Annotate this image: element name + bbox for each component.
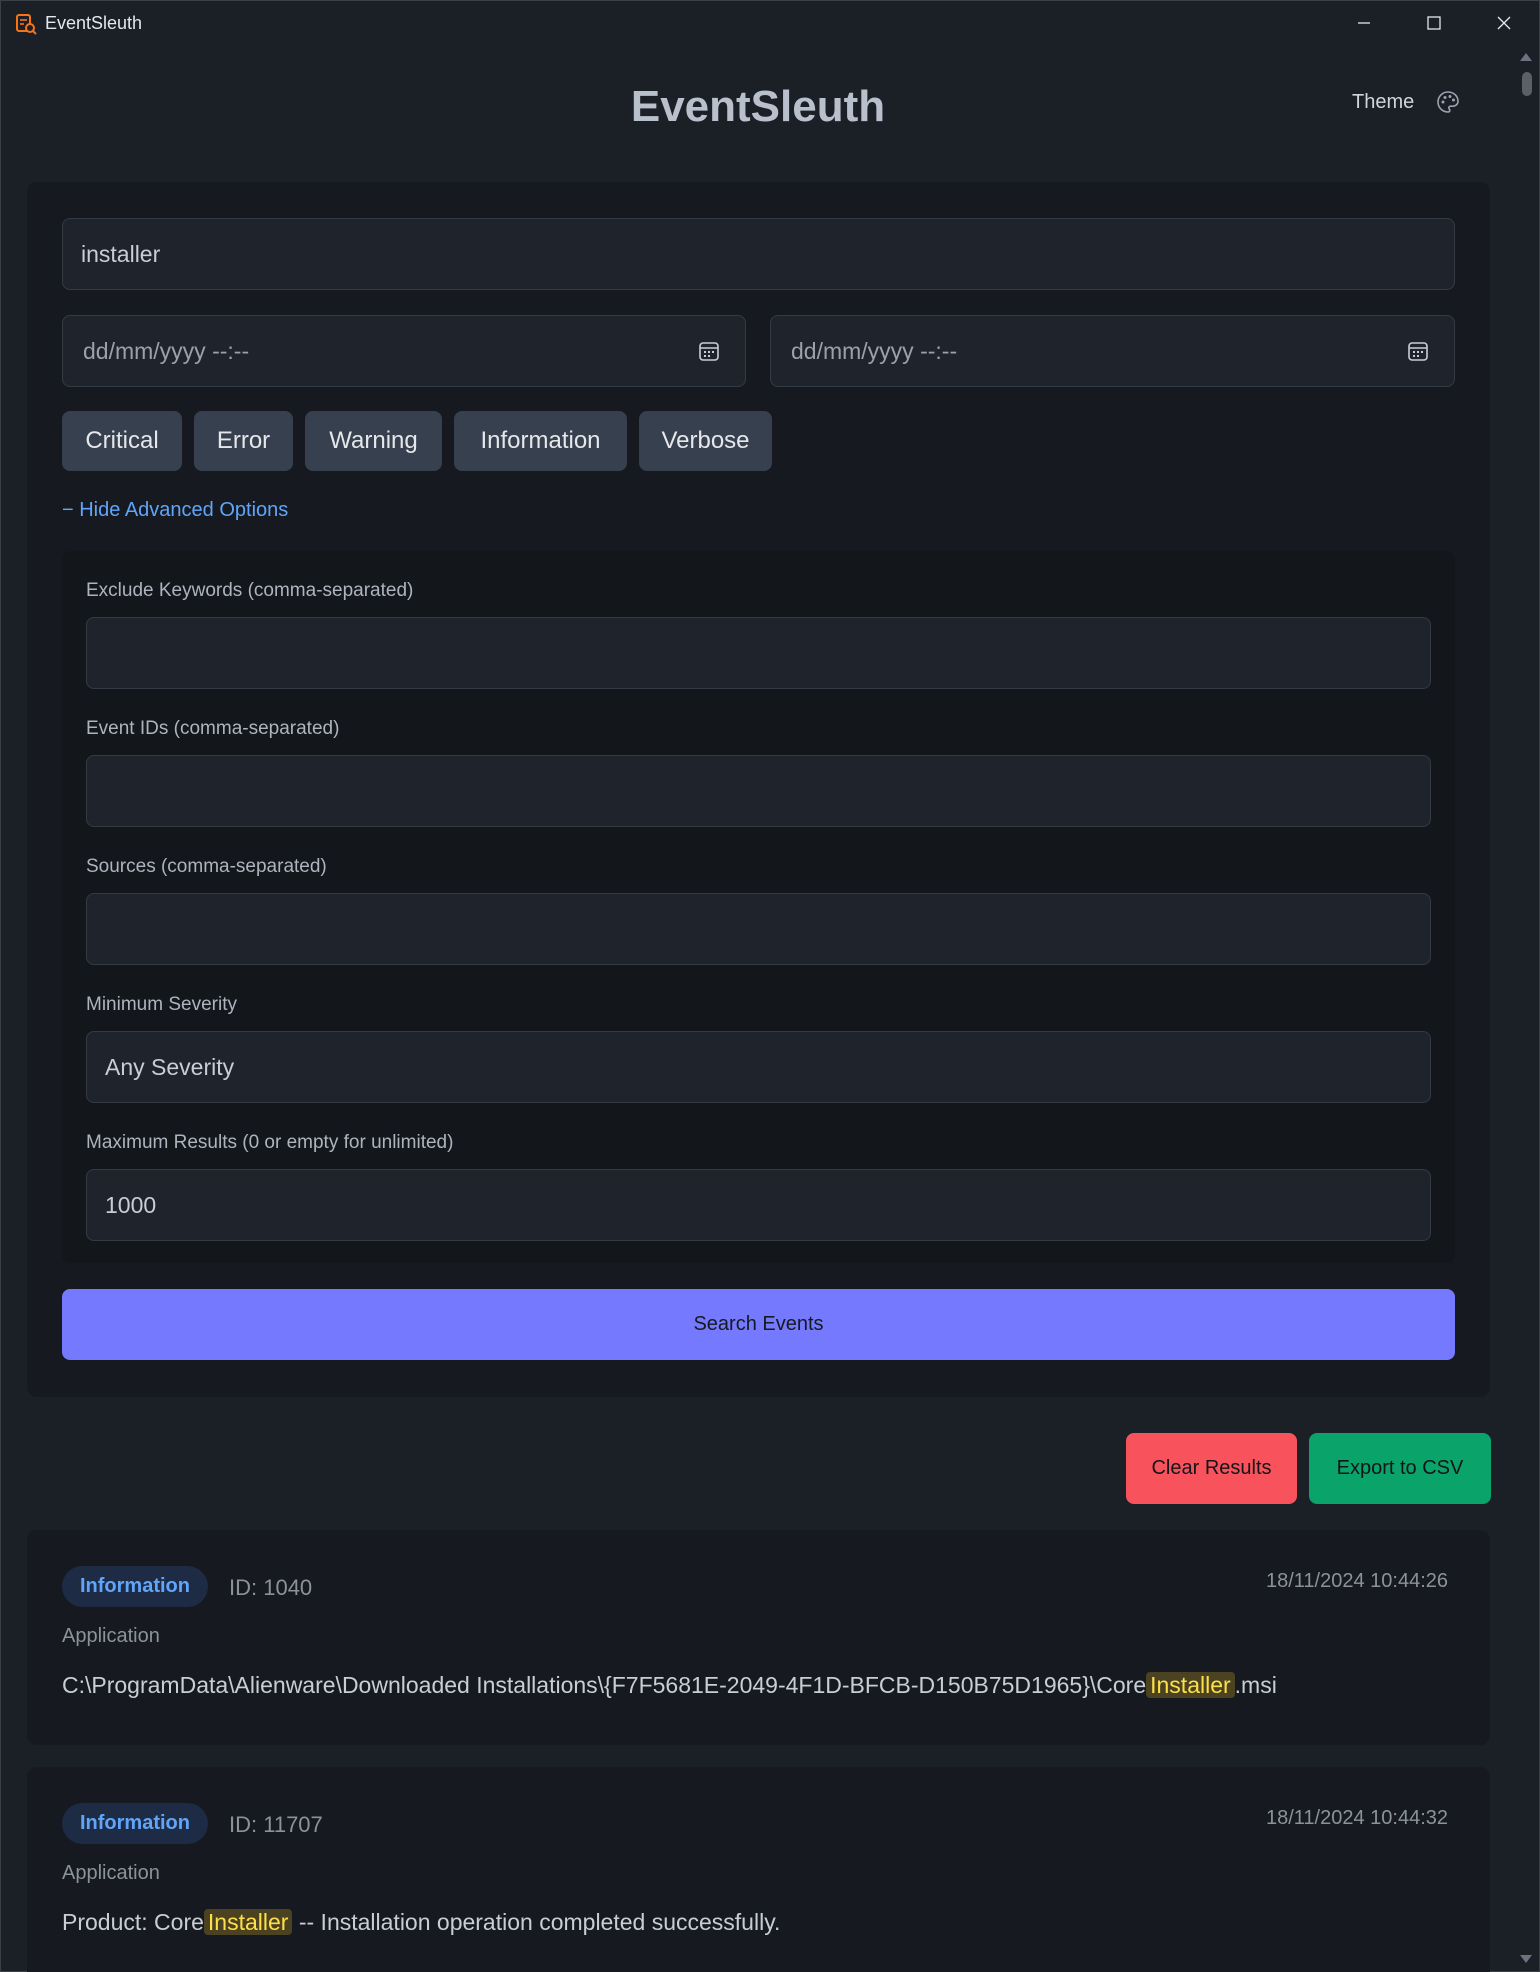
result-card[interactable]: Information ID: 1040 18/11/2024 10:44:26… bbox=[27, 1530, 1490, 1745]
export-csv-button[interactable]: Export to CSV bbox=[1309, 1433, 1491, 1504]
maximum-results-input[interactable]: 1000 bbox=[86, 1169, 1431, 1241]
event-source: Application bbox=[62, 1625, 160, 1647]
keyword-highlight: Installer bbox=[203, 1909, 293, 1935]
start-date-placeholder: dd/mm/yyyy --:-- bbox=[83, 337, 250, 364]
level-filter-critical[interactable]: Critical bbox=[62, 411, 182, 471]
exclude-keywords-label: Exclude Keywords (comma-separated) bbox=[86, 580, 414, 601]
minimum-severity-select[interactable]: Any Severity bbox=[86, 1031, 1431, 1103]
minimize-icon bbox=[1358, 22, 1370, 24]
sources-input[interactable] bbox=[86, 893, 1431, 965]
message-text: C:\ProgramData\Alienware\Downloaded Inst… bbox=[62, 1672, 1147, 1698]
title-bar: EventSleuth bbox=[1, 1, 1539, 44]
level-badge: Information bbox=[62, 1566, 208, 1607]
result-card[interactable]: Information ID: 11707 18/11/2024 10:44:3… bbox=[27, 1767, 1490, 1972]
scrollbar[interactable] bbox=[1516, 44, 1539, 1971]
level-filter-information[interactable]: Information bbox=[454, 411, 627, 471]
end-date-field[interactable]: dd/mm/yyyy --:-- bbox=[770, 315, 1455, 387]
level-badge: Information bbox=[62, 1803, 208, 1844]
calendar-icon[interactable] bbox=[697, 339, 721, 363]
sources-label: Sources (comma-separated) bbox=[86, 856, 327, 877]
clear-results-button[interactable]: Clear Results bbox=[1126, 1433, 1297, 1504]
event-timestamp: 18/11/2024 10:44:32 bbox=[1265, 1807, 1448, 1829]
event-ids-input[interactable] bbox=[86, 755, 1431, 827]
scrollbar-thumb[interactable] bbox=[1522, 72, 1532, 96]
close-button[interactable] bbox=[1469, 1, 1539, 45]
event-source: Application bbox=[62, 1862, 160, 1884]
calendar-icon[interactable] bbox=[1406, 339, 1430, 363]
close-icon bbox=[1497, 16, 1511, 30]
level-filter-verbose[interactable]: Verbose bbox=[639, 411, 772, 471]
exclude-keywords-input[interactable] bbox=[86, 617, 1431, 689]
minimum-severity-label: Minimum Severity bbox=[86, 994, 237, 1015]
message-text: .msi bbox=[1234, 1672, 1277, 1698]
maximum-results-label: Maximum Results (0 or empty for unlimite… bbox=[86, 1132, 454, 1153]
palette-icon bbox=[1437, 91, 1460, 113]
maximum-results-value: 1000 bbox=[105, 1191, 157, 1218]
maximize-button[interactable] bbox=[1399, 1, 1469, 45]
keyword-search-input[interactable] bbox=[81, 240, 1454, 268]
search-events-button[interactable]: Search Events bbox=[62, 1289, 1455, 1360]
minimum-severity-value: Any Severity bbox=[105, 1053, 235, 1080]
event-id: ID: 1040 bbox=[229, 1575, 313, 1600]
hide-advanced-options-link[interactable]: − Hide Advanced Options bbox=[62, 499, 288, 522]
theme-button[interactable]: Theme bbox=[1352, 90, 1460, 114]
page-title: EventSleuth bbox=[630, 82, 886, 131]
end-date-placeholder: dd/mm/yyyy --:-- bbox=[791, 337, 958, 364]
event-message: Product: Core Installer -- Installation o… bbox=[62, 1909, 780, 1936]
scroll-down-arrow-icon[interactable] bbox=[1517, 1952, 1535, 1966]
level-filter-warning[interactable]: Warning bbox=[305, 411, 442, 471]
start-date-field[interactable]: dd/mm/yyyy --:-- bbox=[62, 315, 746, 387]
event-message: C:\ProgramData\Alienware\Downloaded Inst… bbox=[62, 1672, 1277, 1699]
event-timestamp: 18/11/2024 10:44:26 bbox=[1265, 1570, 1448, 1592]
keyword-search-field[interactable] bbox=[62, 218, 1455, 290]
level-filter-error[interactable]: Error bbox=[194, 411, 293, 471]
minimize-button[interactable] bbox=[1329, 1, 1399, 45]
scroll-up-arrow-icon[interactable] bbox=[1517, 50, 1535, 64]
message-text: -- Installation operation completed succ… bbox=[292, 1909, 781, 1935]
theme-label: Theme bbox=[1352, 90, 1415, 113]
event-id: ID: 11707 bbox=[229, 1812, 323, 1837]
keyword-highlight: Installer bbox=[1146, 1672, 1235, 1698]
app-logo-icon bbox=[16, 14, 37, 35]
window-title: EventSleuth bbox=[45, 13, 143, 33]
message-text: Product: Core bbox=[62, 1909, 204, 1935]
event-ids-label: Event IDs (comma-separated) bbox=[86, 718, 340, 739]
maximize-icon bbox=[1427, 16, 1441, 30]
